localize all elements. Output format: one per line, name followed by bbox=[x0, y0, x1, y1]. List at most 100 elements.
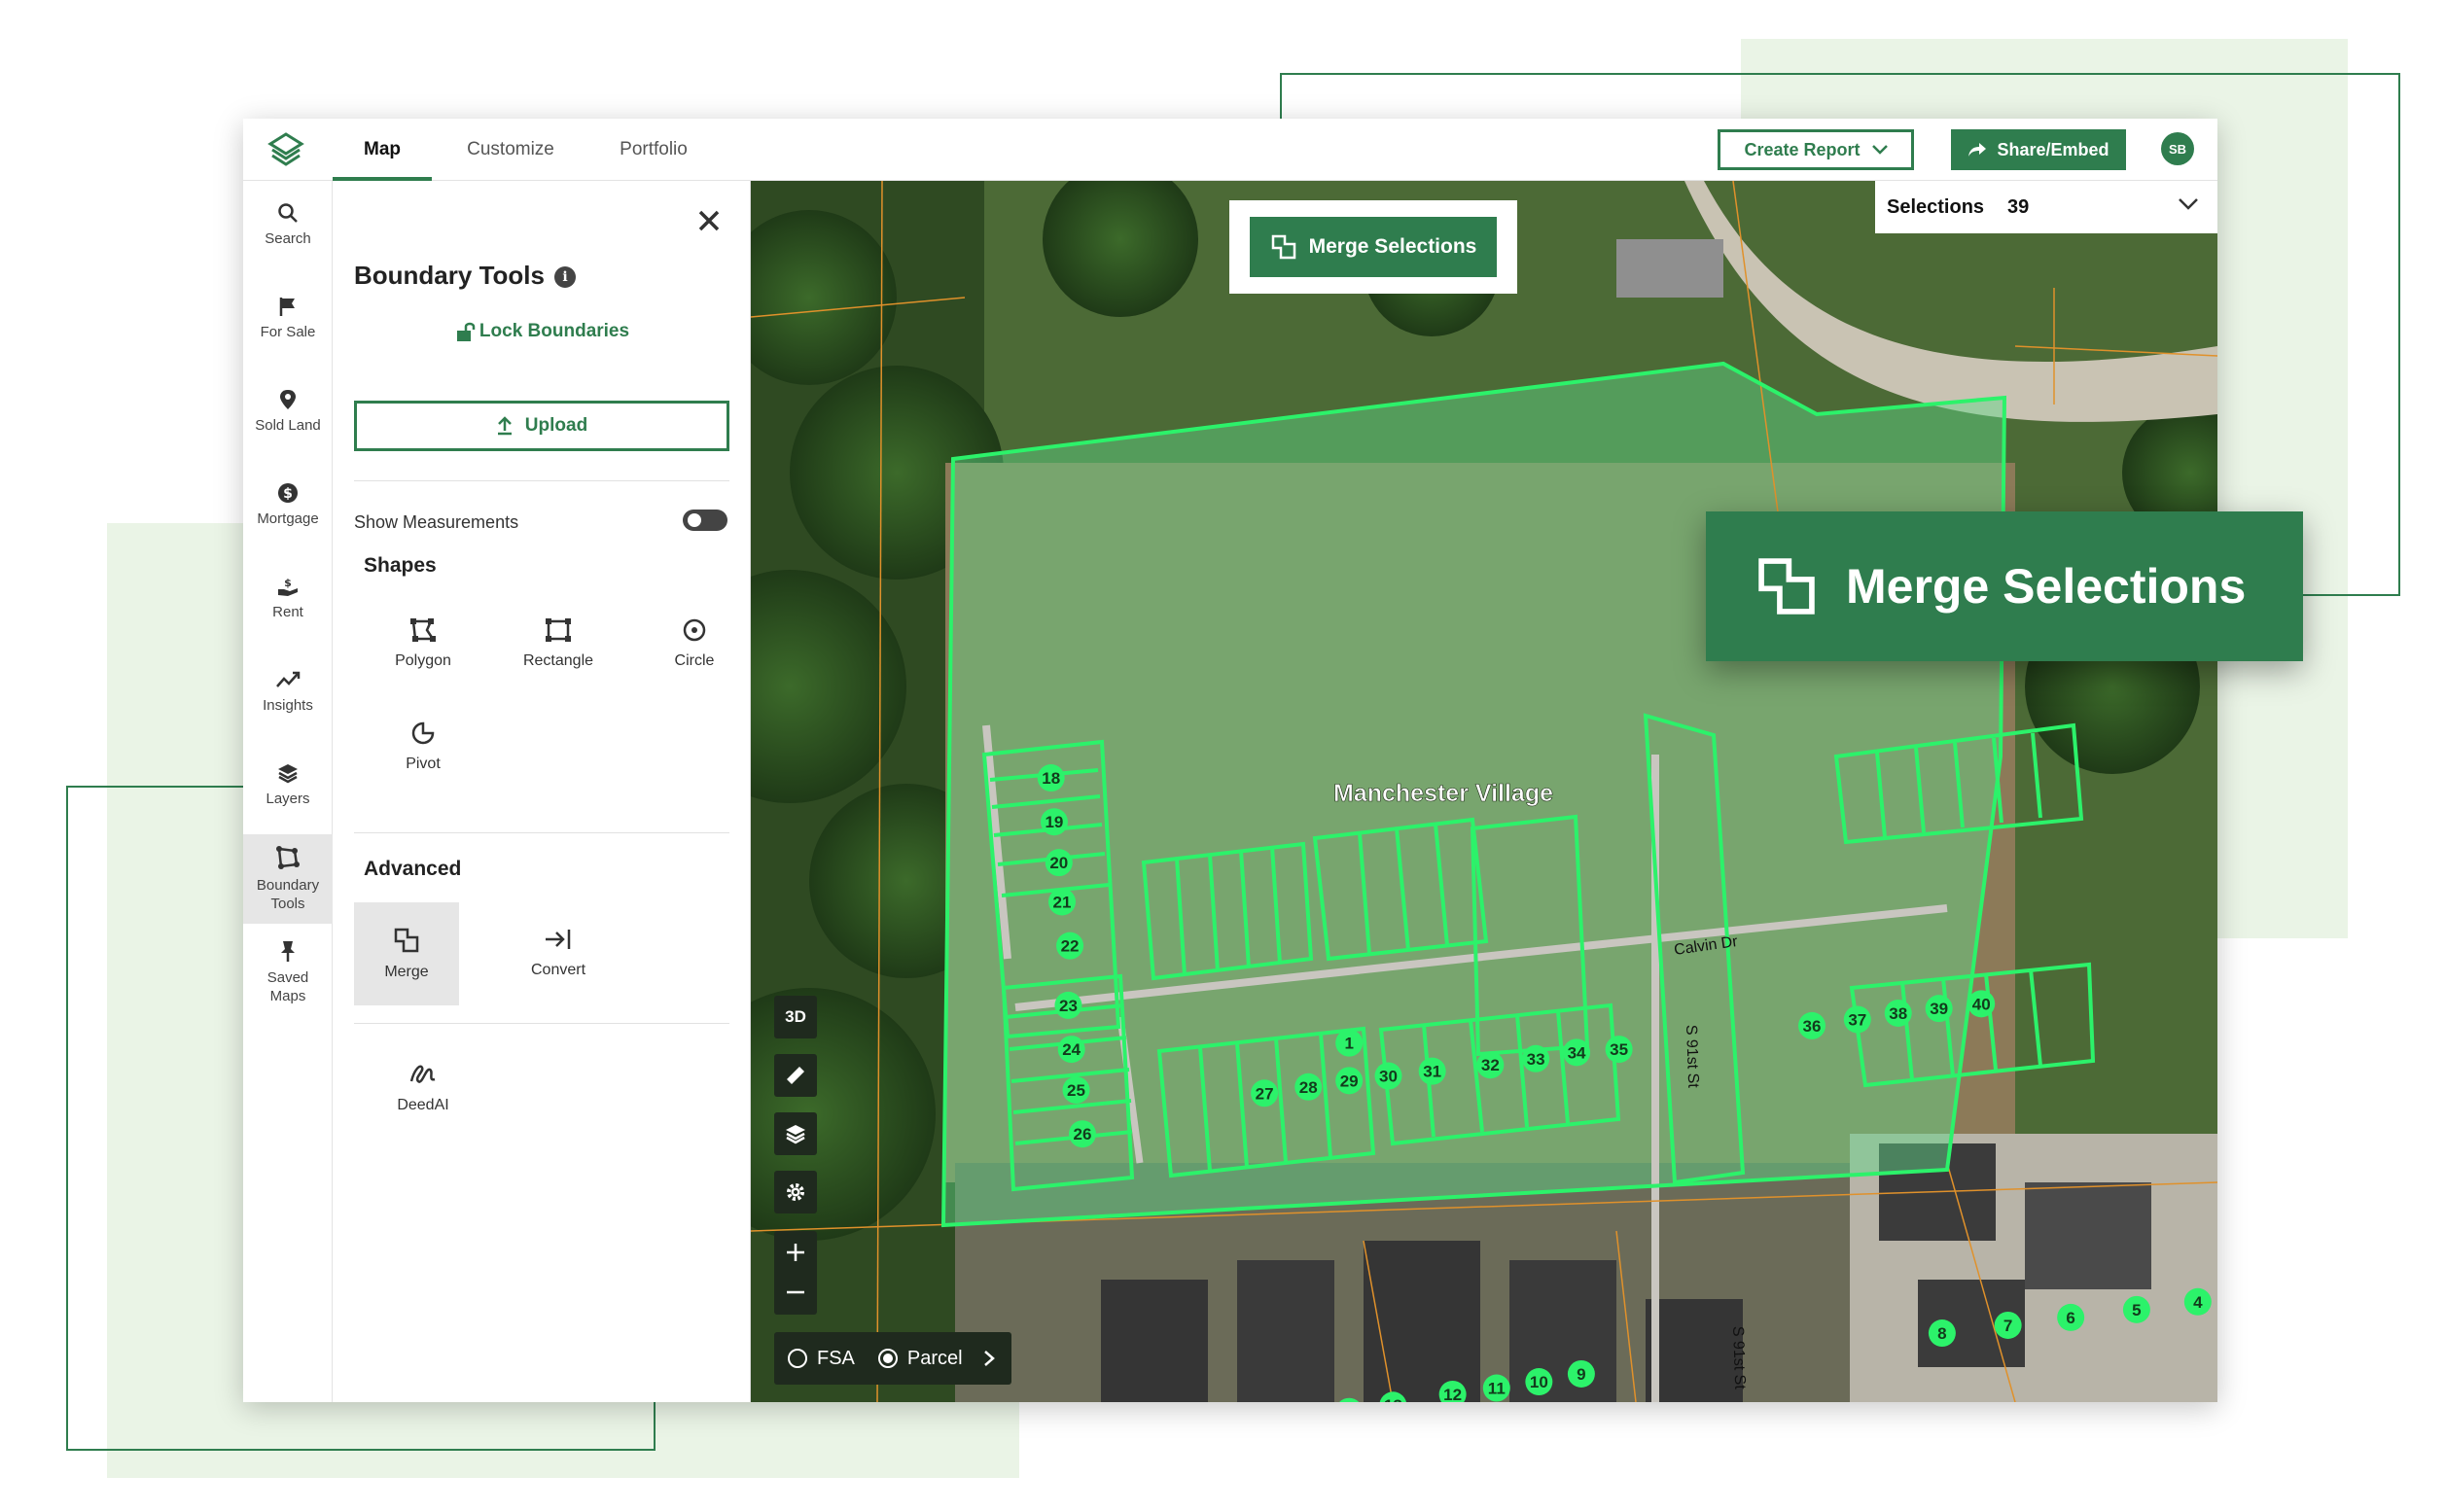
lot-marker[interactable]: 40 bbox=[1967, 990, 1996, 1018]
show-measurements-label: Show Measurements bbox=[354, 512, 519, 532]
lot-number-label: 11 bbox=[1488, 1380, 1506, 1398]
map-tool-stack: 3D bbox=[774, 996, 821, 1229]
lot-marker[interactable]: 25 bbox=[1062, 1076, 1090, 1105]
lot-marker[interactable]: 32 bbox=[1476, 1051, 1505, 1079]
lot-number-label: 12 bbox=[1443, 1386, 1462, 1402]
map-layers-button[interactable] bbox=[774, 1112, 817, 1155]
panel-title: Boundary Tools bbox=[354, 261, 545, 290]
lot-marker[interactable]: 37 bbox=[1843, 1005, 1871, 1034]
lot-number-label: 22 bbox=[1061, 937, 1080, 956]
lot-marker[interactable]: 22 bbox=[1056, 932, 1084, 960]
lot-marker[interactable]: 33 bbox=[1522, 1044, 1550, 1072]
lot-marker[interactable]: 18 bbox=[1037, 764, 1065, 792]
lot-marker[interactable]: 9 bbox=[1567, 1359, 1595, 1388]
rail-label: Boundary Tools bbox=[256, 876, 320, 913]
lot-marker[interactable]: 30 bbox=[1374, 1062, 1402, 1090]
lot-marker[interactable]: 6 bbox=[2057, 1303, 2085, 1331]
gear-icon bbox=[787, 1183, 804, 1201]
lot-marker[interactable]: 21 bbox=[1048, 888, 1077, 916]
rail-item-mortgage[interactable]: $ Mortgage bbox=[243, 461, 333, 550]
lot-number-label: 33 bbox=[1527, 1050, 1545, 1069]
lot-marker[interactable]: 27 bbox=[1251, 1079, 1279, 1108]
map-view[interactable]: Calvin Dr S 91st St S 91st St Manchester… bbox=[751, 181, 2217, 1402]
lot-marker[interactable]: 4 bbox=[2183, 1287, 2212, 1316]
chevron-right-icon[interactable] bbox=[982, 1350, 996, 1367]
lot-marker[interactable]: 39 bbox=[1925, 995, 1953, 1023]
selections-dropdown[interactable]: Selections 39 bbox=[1875, 181, 2217, 233]
tool-label: Convert bbox=[530, 962, 586, 978]
lot-marker[interactable]: 7 bbox=[1994, 1311, 2022, 1339]
thumbtack-icon bbox=[281, 940, 295, 962]
upload-button[interactable]: Upload bbox=[354, 401, 729, 451]
rail-item-sold-land[interactable]: Sold Land bbox=[243, 368, 333, 457]
lot-marker[interactable]: 20 bbox=[1045, 849, 1073, 877]
map-settings-button[interactable] bbox=[774, 1171, 817, 1213]
satellite-basemap[interactable]: Calvin Dr S 91st St S 91st St Manchester… bbox=[751, 181, 2217, 1402]
merge-selections-label: Merge Selections bbox=[1308, 235, 1477, 258]
lot-marker[interactable]: 8 bbox=[1928, 1319, 1956, 1348]
lot-marker[interactable]: 1 bbox=[1335, 1029, 1364, 1057]
share-embed-button[interactable]: Share/Embed bbox=[1951, 129, 2126, 170]
rail-item-boundary-tools[interactable]: Boundary Tools bbox=[243, 834, 333, 924]
lot-marker[interactable]: 11 bbox=[1482, 1374, 1510, 1402]
measure-ruler-button[interactable] bbox=[774, 1054, 817, 1097]
info-icon[interactable]: i bbox=[554, 266, 576, 288]
fsa-radio[interactable] bbox=[788, 1349, 807, 1368]
tool-convert[interactable]: Convert bbox=[506, 902, 611, 1003]
lot-marker[interactable]: 36 bbox=[1798, 1011, 1826, 1039]
share-arrow-icon bbox=[1968, 143, 1987, 157]
tab-portfolio[interactable]: Portfolio bbox=[595, 119, 712, 181]
lot-marker[interactable]: 31 bbox=[1418, 1057, 1446, 1085]
lot-marker[interactable]: 28 bbox=[1294, 1072, 1323, 1101]
lot-number-label: 35 bbox=[1610, 1040, 1628, 1059]
share-embed-label: Share/Embed bbox=[1997, 139, 2109, 159]
lot-number-label: 20 bbox=[1049, 854, 1068, 872]
zoom-out-icon[interactable] bbox=[774, 1273, 817, 1315]
rail-item-saved-maps[interactable]: Saved Maps bbox=[243, 928, 333, 1017]
show-measurements-toggle[interactable] bbox=[683, 510, 727, 531]
zoom-in-icon[interactable] bbox=[774, 1231, 817, 1273]
rail-label: Saved Maps bbox=[266, 968, 309, 1005]
tool-circle[interactable]: Circle bbox=[642, 593, 747, 694]
rail-item-for-sale[interactable]: For Sale bbox=[243, 274, 333, 364]
close-icon[interactable] bbox=[694, 206, 724, 235]
lot-number-label: 13 bbox=[1384, 1396, 1402, 1402]
merge-selections-button[interactable]: Merge Selections bbox=[1250, 217, 1497, 277]
lot-marker[interactable]: 26 bbox=[1068, 1120, 1096, 1148]
app-logo-icon[interactable] bbox=[266, 130, 305, 169]
lock-boundaries-button[interactable]: Lock Boundaries bbox=[333, 321, 751, 342]
tool-deedai[interactable]: DeedAI bbox=[371, 1037, 476, 1138]
tool-rectangle[interactable]: Rectangle bbox=[506, 593, 611, 694]
rail-item-search[interactable]: Search bbox=[243, 181, 333, 270]
parcel-radio[interactable] bbox=[877, 1349, 898, 1368]
road-label-s-91st-st-upper: S 91st St bbox=[1683, 1025, 1701, 1089]
lot-marker[interactable]: 19 bbox=[1040, 808, 1068, 836]
merge-selections-callout: Merge Selections bbox=[1706, 511, 2303, 661]
tab-customize[interactable]: Customize bbox=[447, 119, 574, 181]
rectangle-icon bbox=[546, 618, 571, 642]
lot-marker[interactable]: 34 bbox=[1563, 1038, 1591, 1067]
app-window: Map Customize Portfolio Create Report Sh… bbox=[243, 119, 2217, 1402]
tool-polygon[interactable]: Polygon bbox=[371, 593, 476, 694]
rail-item-layers[interactable]: Layers bbox=[243, 741, 333, 830]
tab-map[interactable]: Map bbox=[333, 119, 432, 181]
create-report-button[interactable]: Create Report bbox=[1718, 129, 1914, 170]
lot-number-label: 38 bbox=[1889, 1004, 1907, 1023]
lot-marker[interactable]: 10 bbox=[1525, 1368, 1553, 1396]
lot-marker[interactable]: 23 bbox=[1054, 991, 1082, 1019]
lot-marker[interactable]: 5 bbox=[2122, 1295, 2150, 1323]
tool-pivot[interactable]: Pivot bbox=[371, 696, 476, 797]
lot-marker[interactable]: 35 bbox=[1605, 1036, 1633, 1064]
tool-label: Polygon bbox=[395, 652, 451, 669]
rail-item-insights[interactable]: Insights bbox=[243, 648, 333, 737]
lot-marker[interactable]: 24 bbox=[1057, 1036, 1085, 1064]
3d-toggle-button[interactable]: 3D bbox=[774, 996, 817, 1038]
lot-marker[interactable]: 38 bbox=[1884, 999, 1912, 1027]
user-avatar[interactable]: SB bbox=[2161, 132, 2194, 165]
lot-number-label: 28 bbox=[1299, 1078, 1318, 1097]
lot-marker[interactable]: 29 bbox=[1335, 1067, 1364, 1095]
lot-number-label: 18 bbox=[1042, 769, 1060, 788]
tool-label: Pivot bbox=[406, 756, 441, 772]
rail-item-rent[interactable]: $ Rent bbox=[243, 554, 333, 644]
tool-merge[interactable]: Merge bbox=[354, 902, 459, 1005]
